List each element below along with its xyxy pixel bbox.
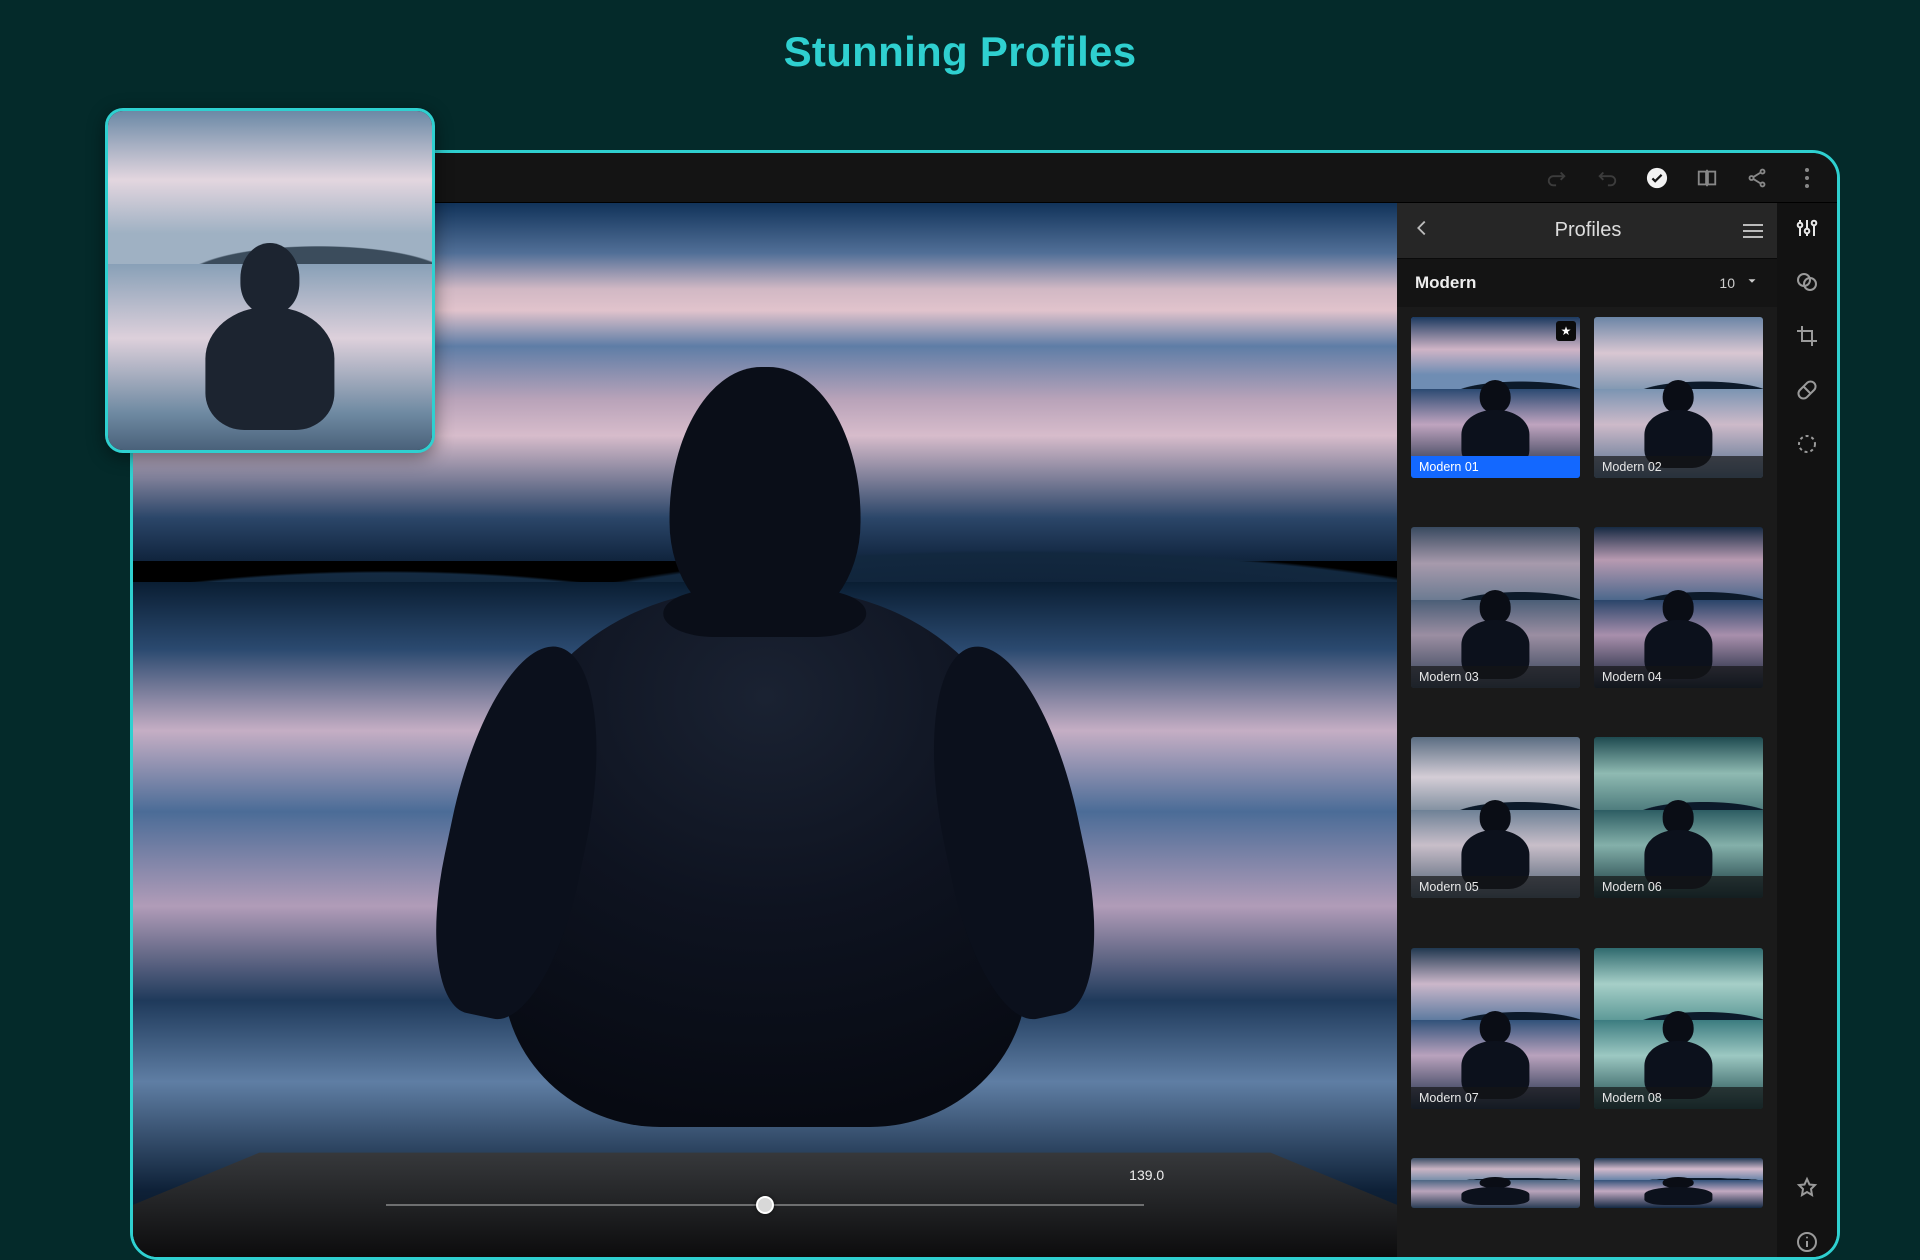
profile-tile[interactable]: Modern 06 (1594, 737, 1763, 898)
profile-tile[interactable]: Modern 03 (1411, 527, 1580, 688)
profile-label: Modern 02 (1594, 456, 1763, 478)
profile-label: Modern 08 (1594, 1087, 1763, 1109)
undo-icon[interactable] (1595, 166, 1619, 190)
crop-icon[interactable] (1792, 321, 1822, 351)
share-icon[interactable] (1745, 166, 1769, 190)
masking-icon[interactable] (1792, 429, 1822, 459)
profile-label: Modern 01 (1411, 456, 1580, 478)
back-icon[interactable] (1411, 217, 1433, 244)
favorite-star-icon[interactable]: ★ (1556, 321, 1576, 341)
profile-group-count: 10 (1719, 275, 1735, 291)
profile-label: Modern 07 (1411, 1087, 1580, 1109)
rate-star-icon[interactable] (1792, 1173, 1822, 1203)
panel-menu-icon[interactable] (1743, 224, 1763, 238)
profile-tile[interactable]: Modern 07 (1411, 948, 1580, 1109)
healing-icon[interactable] (1792, 375, 1822, 405)
profile-tile[interactable]: Modern 08 (1594, 948, 1763, 1109)
amount-value: 139.0 (1129, 1167, 1164, 1183)
accept-icon[interactable] (1645, 166, 1669, 190)
info-icon[interactable] (1792, 1227, 1822, 1257)
profile-group-selector[interactable]: Modern 10 (1397, 259, 1777, 307)
tool-strip (1777, 203, 1837, 1257)
profile-tile[interactable]: Modern 04 (1594, 527, 1763, 688)
before-preview (105, 108, 435, 453)
profile-label: Modern 06 (1594, 876, 1763, 898)
promo-headline: Stunning Profiles (0, 28, 1920, 76)
profiles-panel: Profiles Modern 10 ★ Modern 01 Modern 02 Mo… (1397, 203, 1777, 1257)
profile-label: Modern 04 (1594, 666, 1763, 688)
profile-group-label: Modern (1415, 273, 1476, 293)
amount-slider[interactable]: 139.0 (386, 1193, 1144, 1217)
profile-label: Modern 05 (1411, 876, 1580, 898)
profile-label: Modern 03 (1411, 666, 1580, 688)
redo-icon[interactable] (1545, 166, 1569, 190)
profile-tile[interactable] (1594, 1158, 1763, 1208)
presets-icon[interactable] (1792, 267, 1822, 297)
profile-tile[interactable]: ★ Modern 01 (1411, 317, 1580, 478)
profiles-grid: ★ Modern 01 Modern 02 Modern 03 Modern 04 Mod… (1397, 307, 1777, 1257)
chevron-down-icon (1745, 273, 1759, 293)
profile-tile[interactable]: Modern 05 (1411, 737, 1580, 898)
adjust-icon[interactable] (1792, 213, 1822, 243)
before-after-icon[interactable] (1695, 166, 1719, 190)
profile-tile[interactable] (1411, 1158, 1580, 1208)
profile-tile[interactable]: Modern 02 (1594, 317, 1763, 478)
more-icon[interactable] (1795, 166, 1819, 190)
panel-title: Profiles (1447, 219, 1729, 242)
